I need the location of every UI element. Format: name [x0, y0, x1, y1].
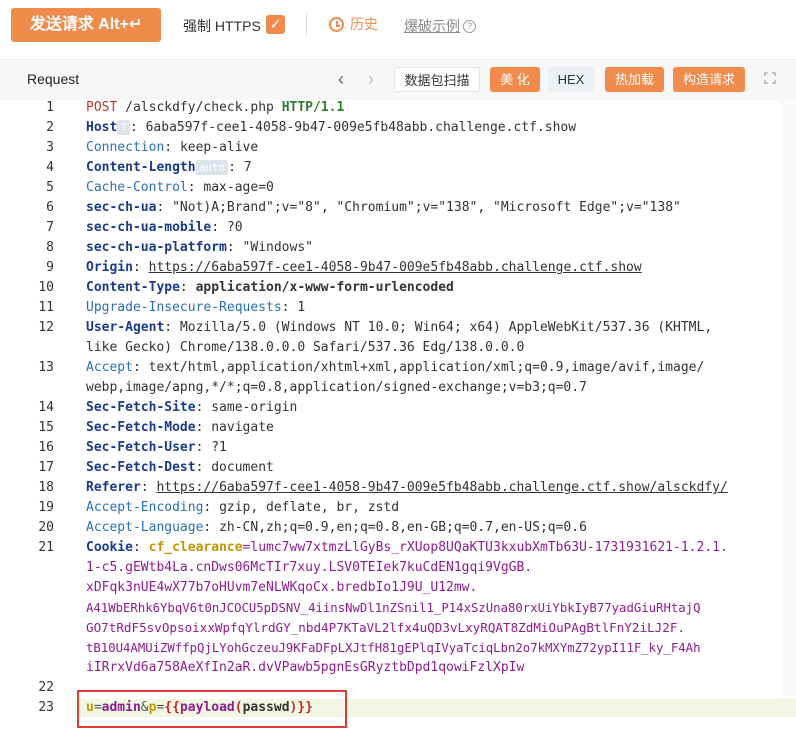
chevron-left-icon[interactable]: ‹ — [338, 69, 344, 90]
cookie-line: tB10U4AMUiZWffpQjLYohGczeuJ9KFaDFpLXJtfH… — [86, 641, 701, 655]
line-number: 7 — [46, 220, 54, 235]
send-request-label: 发送请求 Alt+↵ — [29, 16, 143, 33]
cookie-line: xDFqk3nUE4wX77b7oHUvm7eNLWKqoCx.bredbIo1… — [86, 580, 478, 595]
line-number: 18 — [38, 480, 54, 495]
checkmark-icon: ✓ — [269, 16, 282, 32]
header-sec-fetch-mode: Sec-Fetch-Mode: navigate — [86, 420, 274, 435]
line-number: 14 — [38, 400, 54, 415]
cookie-line: A41WbERhk6YbqV6t0nJCOCU5pDSNV_4iinsNwDl1… — [86, 601, 701, 615]
line-number: 11 — [38, 300, 54, 315]
http-method: POST — [86, 100, 118, 115]
line-number: 1 — [46, 100, 54, 115]
line-number: 15 — [38, 420, 54, 435]
header-connection: Connection: keep-alive — [86, 140, 259, 155]
header-accept-language: Accept-Language: zh-CN,zh;q=0.9,en;q=0.8… — [86, 520, 587, 535]
beautify-button[interactable]: 美 化 — [490, 67, 540, 92]
expand-icon[interactable] — [764, 72, 776, 84]
header-upgrade-insecure-requests: Upgrade-Insecure-Requests: 1 — [86, 300, 306, 315]
auto-badge: auto — [195, 160, 229, 175]
line-number: 13 — [38, 360, 54, 375]
header-sec-ch-ua-platform: sec-ch-ua-platform: "Windows" — [86, 240, 313, 255]
line-number: 4 — [46, 160, 54, 175]
line-number: 21 — [38, 540, 54, 555]
header-host: Host?: 6aba597f-cee1-4058-9b47-009e5fb48… — [86, 120, 577, 135]
force-https-checkbox[interactable]: ✓ — [266, 15, 285, 34]
toolbar-divider — [306, 13, 307, 36]
history-label: 历史 — [350, 16, 378, 32]
build-request-button[interactable]: 构造请求 — [673, 67, 745, 92]
line-number: 5 — [46, 180, 54, 195]
request-panel-header: Request ‹ › 数据包扫描 美 化 HEX 热加载 构造请求 — [0, 59, 796, 100]
clock-icon — [329, 16, 344, 32]
send-request-button[interactable]: 发送请求 Alt+↵ — [11, 8, 161, 42]
line-number: 16 — [38, 440, 54, 455]
examples-label: 爆破示例 — [404, 18, 460, 34]
cookie-line: GO7tRdF5svOpsoixxWpfqYlrdGY_nbd4P7KTaVL2… — [86, 620, 685, 635]
hex-button[interactable]: HEX — [548, 67, 594, 92]
header-cache-control: Cache-Control: max-age=0 — [86, 180, 274, 195]
header-content-type: Content-Type: application/x-www-form-url… — [86, 280, 454, 295]
cookie-line: 1-c5.gEWtb4La.cnDws06McTIr7xuy.LSV0TEIek… — [86, 560, 533, 575]
scrollbar[interactable] — [781, 100, 796, 700]
line-number: 17 — [38, 460, 54, 475]
header-accept-cont: webp,image/apng,*/*;q=0.8,application/si… — [86, 380, 587, 395]
help-icon: ? — [463, 19, 476, 33]
force-https-label: 强制 HTTPS — [183, 18, 261, 34]
header-sec-ch-ua: sec-ch-ua: "Not)A;Brand";v="8", "Chromiu… — [86, 200, 681, 215]
line-number: 6 — [46, 200, 54, 215]
header-referer: Referer: https://6aba597f-cee1-4058-9b47… — [86, 480, 728, 495]
line-number: 20 — [38, 520, 54, 535]
http-protocol: HTTP/1.1 — [281, 100, 345, 115]
line-number: 3 — [46, 140, 54, 155]
header-origin: Origin: https://6aba597f-cee1-4058-9b47-… — [86, 260, 642, 275]
header-user-agent-cont: like Gecko) Chrome/138.0.0.0 Safari/537.… — [86, 340, 525, 355]
chevron-right-icon[interactable]: › — [368, 69, 374, 90]
header-sec-fetch-user: Sec-Fetch-User: ?1 — [86, 440, 227, 455]
header-accept: Accept: text/html,application/xhtml+xml,… — [86, 360, 705, 375]
line-number: 10 — [38, 280, 54, 295]
header-sec-ch-ua-mobile: sec-ch-ua-mobile: ?0 — [86, 220, 243, 235]
header-sec-fetch-dest: Sec-Fetch-Dest: document — [86, 460, 274, 475]
cookie-line: iIRrxVd6a758AeXfIn2aR.dvVPawb5pgnEsGRyzt… — [86, 660, 525, 675]
history-button[interactable]: 历史 — [329, 14, 378, 34]
header-accept-encoding: Accept-Encoding: gzip, deflate, br, zstd — [86, 500, 400, 515]
host-badge: ? — [117, 120, 130, 135]
toolbar: 发送请求 Alt+↵ 强制 HTTPS ✓ 历史 爆破示例 ? — [0, 0, 796, 50]
header-sec-fetch-site: Sec-Fetch-Site: same-origin — [86, 400, 298, 415]
hot-load-button[interactable]: 热加载 — [605, 67, 664, 92]
brute-force-examples-link[interactable]: 爆破示例 ? — [404, 16, 476, 36]
packet-scan-button[interactable]: 数据包扫描 — [394, 67, 480, 92]
line-number: 2 — [46, 120, 54, 135]
panel-title: Request — [27, 71, 80, 87]
request-line: POST /alsckdfy/check.php HTTP/1.1 — [86, 100, 344, 116]
header-cookie: Cookie: cf_clearance=lumc7ww7xtmzLlGyBs_… — [86, 540, 728, 555]
line-number: 12 — [38, 320, 54, 335]
header-content-length: Content-Length auto: 7 — [86, 160, 252, 175]
line-number: 9 — [46, 260, 54, 275]
request-path: /alsckdfy/check.php — [125, 100, 274, 115]
header-user-agent: User-Agent: Mozilla/5.0 (Windows NT 10.0… — [86, 320, 713, 335]
line-number: 19 — [38, 500, 54, 515]
highlight-box — [77, 690, 347, 728]
line-number: 22 — [38, 680, 54, 695]
line-number: 8 — [46, 240, 54, 255]
line-number: 23 — [38, 700, 54, 715]
